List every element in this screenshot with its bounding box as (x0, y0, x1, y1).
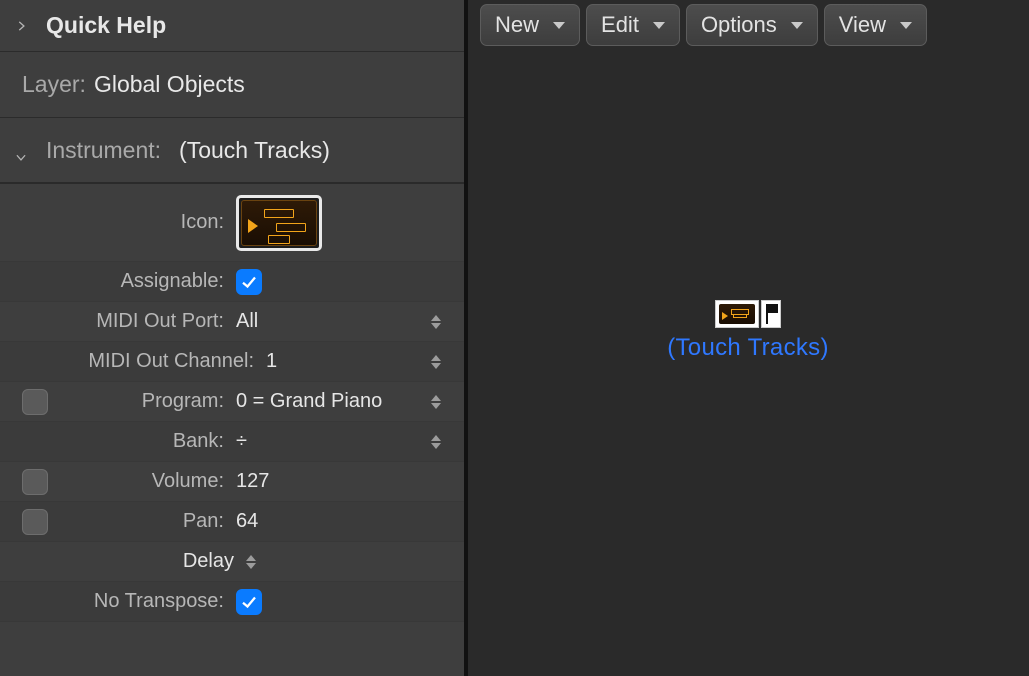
program-value[interactable]: 0 = Grand Piano (230, 390, 416, 413)
param-midi-out-port: MIDI Out Port: All (0, 302, 464, 342)
pan-enable-checkbox[interactable] (22, 509, 48, 535)
param-pan: Pan: 64 (0, 502, 464, 542)
caret-down-icon (653, 22, 665, 29)
param-icon: Icon: (0, 184, 464, 262)
inspector-panel: Quick Help Layer: Global Objects Instrum… (0, 0, 466, 676)
program-enable-checkbox[interactable] (22, 389, 48, 415)
object-icons (558, 300, 938, 328)
param-delay[interactable]: Delay (0, 542, 464, 582)
midi-channel-label: MIDI Out Channel: (70, 350, 260, 373)
midi-port-stepper[interactable] (431, 310, 449, 334)
param-assignable: Assignable: (0, 262, 464, 302)
layer-value: Global Objects (94, 71, 245, 98)
midi-channel-stepper[interactable] (431, 350, 449, 374)
caret-down-icon (791, 22, 803, 29)
icon-label: Icon: (70, 211, 230, 234)
bank-label: Bank: (70, 430, 230, 453)
quick-help-title: Quick Help (46, 12, 166, 39)
pan-value[interactable]: 64 (230, 510, 416, 533)
menu-new-label: New (495, 12, 539, 38)
param-program: Program: 0 = Grand Piano (0, 382, 464, 422)
environment-canvas[interactable]: New Edit Options View (466, 0, 1029, 676)
touch-tracks-icon (241, 200, 317, 246)
menu-edit[interactable]: Edit (586, 4, 680, 46)
parameters-list: Icon: Assignable: (0, 184, 464, 676)
program-label: Program: (70, 390, 230, 413)
instrument-header[interactable]: Instrument: (Touch Tracks) (0, 118, 464, 184)
midi-channel-value[interactable]: 1 (260, 350, 416, 373)
caret-down-icon (553, 22, 565, 29)
delay-label: Delay (70, 550, 240, 573)
param-no-transpose: No Transpose: (0, 582, 464, 622)
pan-label: Pan: (70, 510, 230, 533)
output-flag-icon (761, 300, 781, 328)
menu-edit-label: Edit (601, 12, 639, 38)
menu-options-label: Options (701, 12, 777, 38)
assignable-label: Assignable: (70, 270, 230, 293)
bank-value[interactable]: ÷ (230, 430, 416, 453)
bank-stepper[interactable] (431, 430, 449, 454)
volume-label: Volume: (70, 470, 230, 493)
touch-tracks-object[interactable]: (Touch Tracks) (558, 300, 938, 362)
midi-port-label: MIDI Out Port: (70, 310, 230, 333)
chevron-down-icon (14, 143, 28, 157)
environment-toolbar: New Edit Options View (480, 4, 1019, 50)
volume-value[interactable]: 127 (230, 470, 416, 493)
layer-label: Layer: (22, 71, 86, 98)
delay-stepper[interactable] (246, 550, 264, 574)
param-midi-out-channel: MIDI Out Channel: 1 (0, 342, 464, 382)
instrument-value: (Touch Tracks) (179, 137, 330, 164)
param-bank: Bank: ÷ (0, 422, 464, 462)
quick-help-header[interactable]: Quick Help (0, 0, 464, 52)
menu-options[interactable]: Options (686, 4, 818, 46)
volume-enable-checkbox[interactable] (22, 469, 48, 495)
app-root: Quick Help Layer: Global Objects Instrum… (0, 0, 1029, 676)
program-stepper[interactable] (431, 390, 449, 414)
assignable-checkbox[interactable] (236, 269, 262, 295)
chevron-right-icon (14, 19, 28, 33)
object-label: (Touch Tracks) (558, 334, 938, 362)
no-transpose-checkbox[interactable] (236, 589, 262, 615)
icon-picker[interactable] (236, 195, 322, 251)
menu-view-label: View (839, 12, 886, 38)
caret-down-icon (900, 22, 912, 29)
param-volume: Volume: 127 (0, 462, 464, 502)
layer-row[interactable]: Layer: Global Objects (0, 52, 464, 118)
no-transpose-label: No Transpose: (70, 590, 230, 613)
menu-new[interactable]: New (480, 4, 580, 46)
instrument-label: Instrument: (46, 137, 161, 164)
midi-port-value[interactable]: All (230, 310, 416, 333)
touch-tracks-thumb-icon (715, 300, 759, 328)
menu-view[interactable]: View (824, 4, 927, 46)
